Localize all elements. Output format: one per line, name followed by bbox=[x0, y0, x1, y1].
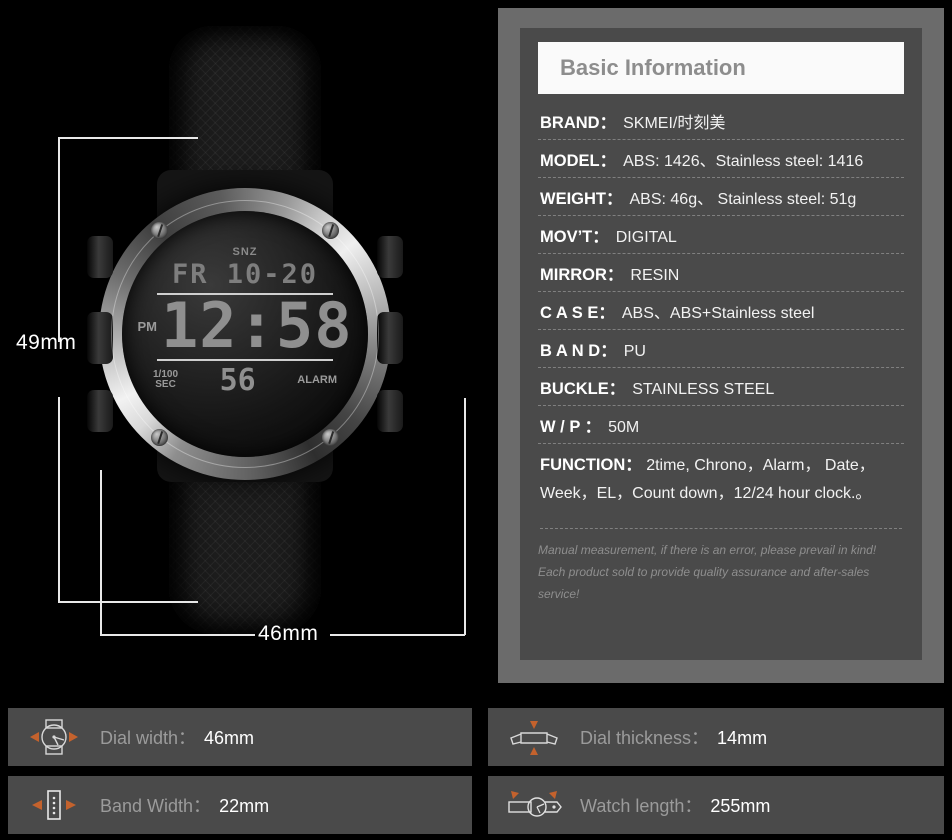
spec-value: RESIN bbox=[630, 267, 680, 284]
pusher-right-bottom bbox=[377, 390, 403, 432]
spec-label: W / P ： bbox=[540, 418, 602, 436]
bezel-screw bbox=[151, 429, 168, 446]
watch-case: SNZ FR 10-20 PM 12:58 1/100 SEC 56 ALARM bbox=[87, 188, 403, 480]
dim-tick-bottom bbox=[58, 601, 198, 603]
spec-row-movement: MOV’T： DIGITAL bbox=[538, 216, 904, 254]
lcd-alarm-label: ALARM bbox=[297, 374, 337, 387]
product-spec-page: SNZ FR 10-20 PM 12:58 1/100 SEC 56 ALARM… bbox=[0, 0, 952, 840]
pusher-left-middle bbox=[87, 312, 113, 364]
spec-row-model: MODEL： ABS: 1426、Stainless steel: 1416 bbox=[538, 140, 904, 178]
dial-width-icon bbox=[8, 717, 100, 757]
spec-label: FUNCTION： bbox=[540, 456, 642, 474]
spec-row-water-resistance: W / P ： 50M bbox=[538, 406, 904, 444]
bar-label: Dial thickness： bbox=[580, 728, 710, 748]
pusher-left-bottom bbox=[87, 390, 113, 432]
spec-label: MIRROR： bbox=[540, 266, 624, 284]
spec-row-weight: WEIGHT： ABS: 46g、 Stainless steel: 51g bbox=[538, 178, 904, 216]
bar-label: Band Width： bbox=[100, 796, 212, 816]
watch-length-icon bbox=[488, 785, 580, 825]
spec-label: MOV’T： bbox=[540, 228, 609, 246]
spec-value: SKMEI/时刻美 bbox=[623, 115, 726, 132]
spec-row-function: FUNCTION： 2time, Chrono，Alarm， Date，Week… bbox=[538, 444, 904, 514]
spec-label: WEIGHT： bbox=[540, 190, 623, 208]
spec-label: MODEL： bbox=[540, 152, 617, 170]
spec-label: BUCKLE： bbox=[540, 380, 626, 398]
spec-row-brand: BRAND： SKMEI/时刻美 bbox=[538, 102, 904, 140]
dim-rule-left bbox=[100, 634, 255, 636]
spec-label: C A S E： bbox=[540, 304, 615, 322]
lcd-time-row: PM 12:58 bbox=[137, 295, 351, 357]
spec-row-case: C A S E： ABS、ABS+Stainless steel bbox=[538, 292, 904, 330]
info-title-bar: Basic Information bbox=[538, 42, 904, 94]
spec-value: STAINLESS STEEL bbox=[632, 381, 775, 398]
pusher-right-top bbox=[377, 236, 403, 278]
bar-label: Dial width： bbox=[100, 728, 197, 748]
dim-line-height-lower bbox=[58, 397, 60, 603]
band-width-text: Band Width： 22mm bbox=[100, 792, 269, 818]
lcd-display: SNZ FR 10-20 PM 12:58 1/100 SEC 56 ALARM bbox=[137, 246, 351, 422]
bezel-screw bbox=[151, 222, 168, 239]
bezel-screw bbox=[322, 429, 339, 446]
note-line-1: Manual measurement, if there is an error… bbox=[538, 543, 877, 557]
dim-label-height: 49mm bbox=[16, 331, 77, 354]
spec-value: PU bbox=[623, 343, 646, 360]
spec-row-buckle: BUCKLE： STAINLESS STEEL bbox=[538, 368, 904, 406]
spec-value: DIGITAL bbox=[615, 229, 677, 246]
watch-illustration: SNZ FR 10-20 PM 12:58 1/100 SEC 56 ALARM bbox=[87, 20, 403, 660]
spec-value: ABS、ABS+Stainless steel bbox=[621, 305, 815, 322]
note-line-2: Each product sold to provide quality ass… bbox=[538, 565, 870, 602]
spec-label: BRAND： bbox=[540, 114, 617, 132]
spec-row-band: B A N D： PU bbox=[538, 330, 904, 368]
band-width-icon bbox=[8, 785, 100, 825]
dim-line-height-upper bbox=[58, 137, 60, 342]
spec-value: ABS: 46g、 Stainless steel: 51g bbox=[629, 191, 857, 208]
dial-thickness-text: Dial thickness： 14mm bbox=[580, 724, 767, 750]
spec-list: BRAND： SKMEI/时刻美 MODEL： ABS: 1426、Stainl… bbox=[538, 102, 904, 514]
dim-label-width: 46mm bbox=[258, 622, 319, 645]
dial-width-text: Dial width： 46mm bbox=[100, 724, 254, 750]
dim-line-width-right bbox=[464, 398, 466, 635]
measurement-bar-dial-thickness: Dial thickness： 14mm bbox=[488, 708, 944, 766]
bar-value: 46mm bbox=[204, 728, 255, 748]
dim-tick-top bbox=[58, 137, 198, 139]
dial-thickness-icon bbox=[488, 717, 580, 757]
lcd-sec-label: 1/100 SEC bbox=[153, 368, 179, 391]
basic-information-panel: Basic Information BRAND： SKMEI/时刻美 MODEL… bbox=[520, 28, 922, 660]
pusher-right-middle bbox=[377, 312, 403, 364]
measurement-bar-dial-width: Dial width： 46mm bbox=[8, 708, 472, 766]
lcd-seconds: 56 bbox=[219, 362, 256, 398]
dim-line-width-left bbox=[100, 470, 102, 635]
bezel-screw bbox=[322, 222, 339, 239]
measurement-bar-band-width: Band Width： 22mm bbox=[8, 776, 472, 834]
dim-rule-right bbox=[330, 634, 465, 636]
spec-value: 50M bbox=[608, 419, 640, 436]
lcd-sec-line1: 1/100 bbox=[153, 368, 179, 380]
bar-value: 14mm bbox=[717, 728, 768, 748]
spec-value: ABS: 1426、Stainless steel: 1416 bbox=[623, 153, 864, 170]
lcd-bottom-row: 1/100 SEC 56 ALARM bbox=[147, 363, 343, 398]
spec-label: B A N D： bbox=[540, 342, 617, 360]
bar-value: 255mm bbox=[710, 796, 771, 816]
lcd-date: FR 10-20 bbox=[171, 259, 319, 290]
pusher-left-top bbox=[87, 236, 113, 278]
measurement-bars: Dial width： 46mm Band Width： 22mm Dial t… bbox=[0, 700, 952, 840]
bar-value: 22mm bbox=[219, 796, 270, 816]
lcd-snz-indicator: SNZ bbox=[232, 246, 258, 258]
product-photo: SNZ FR 10-20 PM 12:58 1/100 SEC 56 ALARM… bbox=[0, 0, 490, 690]
note-divider bbox=[540, 528, 902, 529]
measurement-bar-watch-length: Watch length： 255mm bbox=[488, 776, 944, 834]
spec-row-mirror: MIRROR： RESIN bbox=[538, 254, 904, 292]
lcd-time: 12:58 bbox=[160, 289, 353, 362]
watch-length-text: Watch length： 255mm bbox=[580, 792, 770, 818]
page-title: Basic Information bbox=[560, 55, 746, 80]
bar-label: Watch length： bbox=[580, 796, 703, 816]
lcd-sec-line2: SEC bbox=[155, 379, 176, 391]
lcd-meridiem: PM bbox=[137, 318, 157, 334]
